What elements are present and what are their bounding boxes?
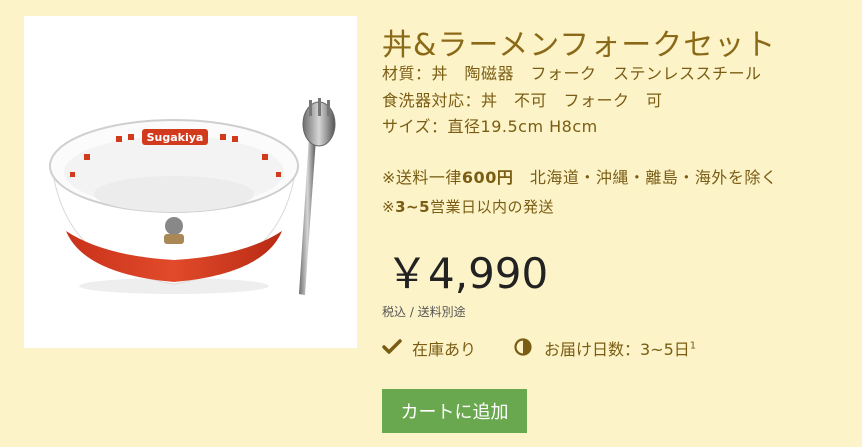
- size-text: サイズ：直径19.5cm H8cm: [382, 117, 598, 136]
- shipping-fee-text: ※送料一律600円 北海道・沖縄・離島・海外を除く: [382, 164, 777, 188]
- delivery-footnote: 1: [689, 340, 697, 352]
- check-icon: [382, 339, 402, 354]
- shipping-days-suffix: 営業日以内の発送: [430, 198, 555, 216]
- delivery-days-label: お届け日数：3~5日: [544, 340, 690, 359]
- add-to-cart-button[interactable]: カートに追加: [382, 389, 527, 433]
- delivery-days: お届け日数：3~5日1: [544, 336, 696, 360]
- shipping-days-range: 3~5: [395, 198, 431, 216]
- dishwasher-text: 食洗器対応：丼 不可 フォーク 可: [382, 91, 663, 110]
- shipping-days-prefix: ※: [382, 198, 396, 216]
- bowl-illustration: Sugakiya: [49, 119, 299, 294]
- half-circle-icon: [514, 338, 532, 356]
- product-image[interactable]: Sugakiya: [24, 16, 357, 348]
- bowl-logo: Sugakiya: [147, 131, 204, 144]
- shipping-fee-amount: 600円: [461, 168, 514, 187]
- price: ￥4,990: [386, 249, 549, 298]
- stock-status: 在庫あり: [412, 340, 477, 359]
- shipping-fee-note: 北海道・沖縄・離島・海外を除く: [513, 168, 778, 187]
- availability-row: 在庫あり お届け日数：3~5日1: [382, 334, 802, 360]
- shipping-fee-prefix: ※送料一律: [382, 168, 462, 187]
- shipping-days-text: ※3~5営業日以内の発送: [382, 196, 554, 217]
- fork-illustration: [299, 98, 336, 295]
- material-text: 材質：丼 陶磁器 フォーク ステンレススチール: [382, 64, 762, 83]
- product-title: 丼&ラーメンフォークセット: [382, 28, 777, 63]
- tax-note: 税込 / 送料別途: [382, 305, 466, 319]
